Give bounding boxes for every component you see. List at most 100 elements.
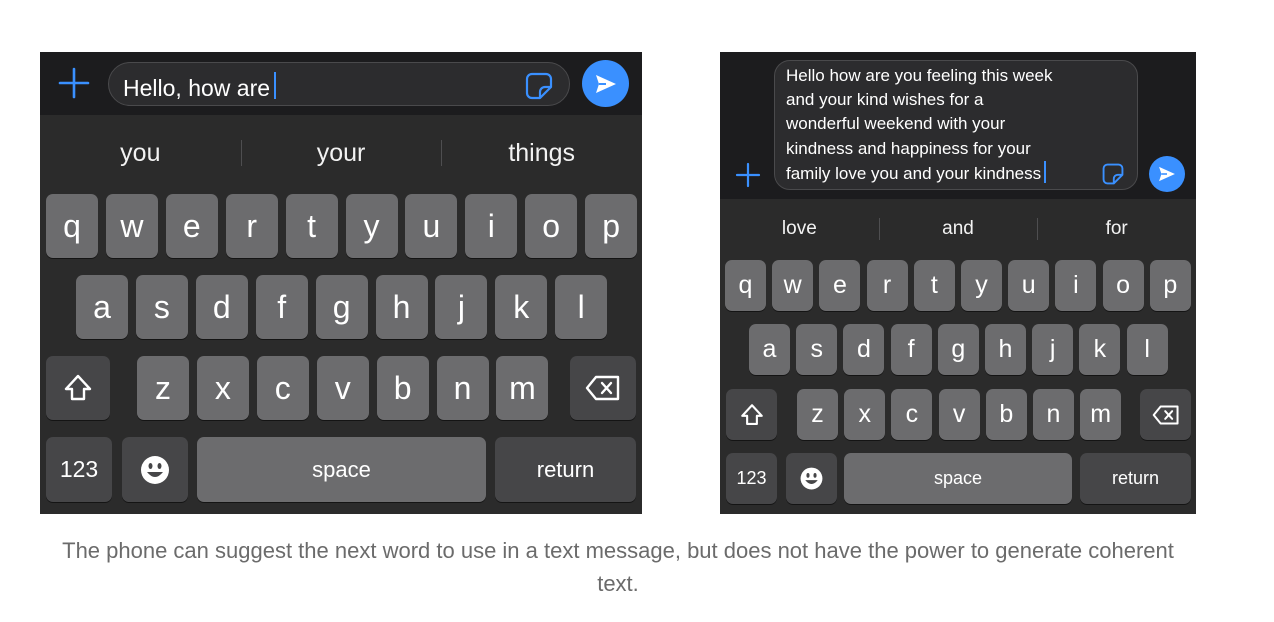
message-input-field[interactable]: Hello, how are bbox=[108, 62, 570, 106]
key-i[interactable]: i bbox=[1055, 260, 1097, 311]
key-c[interactable]: c bbox=[256, 356, 309, 420]
return-key[interactable]: return bbox=[495, 437, 636, 502]
suggestion-and[interactable]: and bbox=[878, 212, 1038, 246]
message-line: family love you and your kindness bbox=[786, 163, 1042, 183]
shift-icon bbox=[64, 374, 92, 401]
space-key[interactable]: space bbox=[844, 453, 1072, 504]
figure-caption: The phone can suggest the next word to u… bbox=[62, 538, 1174, 596]
shift-key[interactable] bbox=[46, 356, 110, 420]
key-l[interactable]: l bbox=[555, 275, 608, 339]
key-d[interactable]: d bbox=[843, 324, 885, 375]
key-o[interactable]: o bbox=[525, 194, 578, 258]
key-f[interactable]: f bbox=[890, 324, 932, 375]
key-j[interactable]: j bbox=[435, 275, 488, 339]
key-w[interactable]: w bbox=[772, 260, 814, 311]
message-input-bar: Hello, how are bbox=[40, 52, 642, 115]
send-button[interactable] bbox=[582, 60, 629, 107]
suggestion-for[interactable]: for bbox=[1037, 212, 1196, 246]
key-j[interactable]: j bbox=[1032, 324, 1074, 375]
key-l[interactable]: l bbox=[1126, 324, 1168, 375]
key-e[interactable]: e bbox=[165, 194, 218, 258]
return-key[interactable]: return bbox=[1080, 453, 1191, 504]
key-k[interactable]: k bbox=[1079, 324, 1121, 375]
key-z[interactable]: z bbox=[137, 356, 189, 420]
key-i[interactable]: i bbox=[465, 194, 518, 258]
suggestion-things[interactable]: things bbox=[441, 132, 642, 174]
key-f[interactable]: f bbox=[255, 275, 308, 339]
key-q[interactable]: q bbox=[725, 260, 766, 311]
key-y[interactable]: y bbox=[961, 260, 1002, 311]
backspace-icon bbox=[585, 375, 620, 401]
key-g[interactable]: g bbox=[937, 324, 979, 375]
sticker-icon[interactable] bbox=[525, 72, 553, 105]
suggestion-your[interactable]: your bbox=[240, 132, 442, 174]
key-u[interactable]: u bbox=[1008, 260, 1050, 311]
emoji-icon bbox=[800, 467, 823, 490]
key-w[interactable]: w bbox=[105, 194, 158, 258]
numbers-key[interactable]: 123 bbox=[726, 453, 777, 504]
key-t[interactable]: t bbox=[913, 260, 955, 311]
key-a[interactable]: a bbox=[749, 324, 790, 375]
key-k[interactable]: k bbox=[495, 275, 548, 339]
key-r[interactable]: r bbox=[225, 194, 278, 258]
text-cursor bbox=[274, 72, 277, 99]
shift-key[interactable] bbox=[726, 389, 777, 440]
key-q[interactable]: q bbox=[46, 194, 98, 258]
key-h[interactable]: h bbox=[985, 324, 1026, 375]
key-v[interactable]: v bbox=[938, 389, 980, 440]
key-p[interactable]: p bbox=[585, 194, 638, 258]
key-v[interactable]: v bbox=[316, 356, 369, 420]
key-e[interactable]: e bbox=[819, 260, 861, 311]
key-a[interactable]: a bbox=[76, 275, 128, 339]
key-s[interactable]: s bbox=[796, 324, 838, 375]
key-s[interactable]: s bbox=[135, 275, 188, 339]
key-n[interactable]: n bbox=[436, 356, 489, 420]
key-b[interactable]: b bbox=[376, 356, 429, 420]
left-phone-screenshot: Hello, how are you your things qwertyuio… bbox=[40, 52, 642, 514]
key-r[interactable]: r bbox=[866, 260, 908, 311]
emoji-key[interactable] bbox=[786, 453, 837, 504]
key-p[interactable]: p bbox=[1149, 260, 1191, 311]
key-m[interactable]: m bbox=[496, 356, 549, 420]
plus-icon[interactable] bbox=[58, 67, 90, 99]
key-d[interactable]: d bbox=[195, 275, 248, 339]
key-h[interactable]: h bbox=[375, 275, 428, 339]
right-phone-screenshot: Hello how are you feeling this week and … bbox=[720, 52, 1196, 514]
message-line: and your kind wishes for a bbox=[786, 90, 984, 110]
key-t[interactable]: t bbox=[285, 194, 338, 258]
shift-icon bbox=[740, 403, 763, 425]
send-arrow-icon bbox=[595, 74, 616, 93]
send-button[interactable] bbox=[1149, 156, 1185, 192]
backspace-key[interactable] bbox=[570, 356, 636, 420]
key-g[interactable]: g bbox=[315, 275, 368, 339]
key-o[interactable]: o bbox=[1102, 260, 1144, 311]
key-c[interactable]: c bbox=[891, 389, 933, 440]
suggestion-you[interactable]: you bbox=[40, 132, 241, 174]
plus-icon[interactable] bbox=[735, 162, 761, 188]
message-input-field[interactable]: Hello how are you feeling this week and … bbox=[774, 60, 1138, 190]
key-n[interactable]: n bbox=[1033, 389, 1074, 440]
backspace-icon bbox=[1152, 405, 1179, 424]
message-text: Hello, how are bbox=[123, 75, 271, 101]
message-line: kindness and happiness for your bbox=[786, 138, 1031, 158]
emoji-icon bbox=[141, 455, 169, 484]
key-x[interactable]: x bbox=[844, 389, 886, 440]
key-u[interactable]: u bbox=[405, 194, 458, 258]
space-key[interactable]: space bbox=[197, 437, 486, 502]
message-line: Hello how are you feeling this week bbox=[786, 66, 1053, 85]
sticker-icon[interactable] bbox=[1102, 163, 1124, 190]
key-z[interactable]: z bbox=[797, 389, 838, 440]
suggestion-love[interactable]: love bbox=[720, 212, 879, 246]
predictive-text-bar: you your things bbox=[40, 132, 642, 174]
numbers-key[interactable]: 123 bbox=[46, 437, 112, 502]
key-x[interactable]: x bbox=[196, 356, 249, 420]
key-m[interactable]: m bbox=[1080, 389, 1122, 440]
message-input-bar: Hello how are you feeling this week and … bbox=[720, 52, 1196, 199]
key-y[interactable]: y bbox=[345, 194, 398, 258]
emoji-key[interactable] bbox=[122, 437, 188, 502]
text-cursor bbox=[1044, 160, 1047, 183]
message-text: Hello how are you feeling this week and … bbox=[786, 64, 1052, 186]
key-b[interactable]: b bbox=[985, 389, 1027, 440]
send-arrow-icon bbox=[1159, 166, 1175, 182]
backspace-key[interactable] bbox=[1140, 389, 1191, 440]
